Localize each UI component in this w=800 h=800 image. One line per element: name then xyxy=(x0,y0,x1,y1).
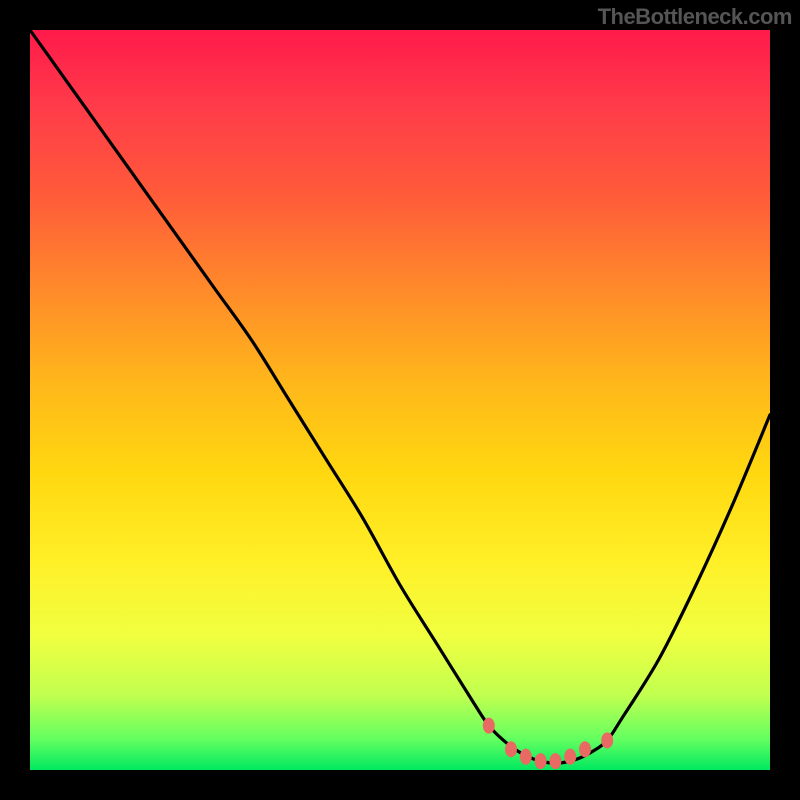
chart-svg xyxy=(30,30,770,770)
curve-marker xyxy=(483,718,495,734)
curve-marker xyxy=(564,749,576,765)
watermark: TheBottleneck.com xyxy=(598,4,792,30)
bottleneck-curve xyxy=(30,30,770,763)
curve-marker xyxy=(601,732,613,748)
curve-marker xyxy=(505,741,517,757)
curve-marker xyxy=(579,741,591,757)
curve-marker xyxy=(549,753,561,769)
curve-marker xyxy=(535,753,547,769)
curve-marker xyxy=(520,749,532,765)
